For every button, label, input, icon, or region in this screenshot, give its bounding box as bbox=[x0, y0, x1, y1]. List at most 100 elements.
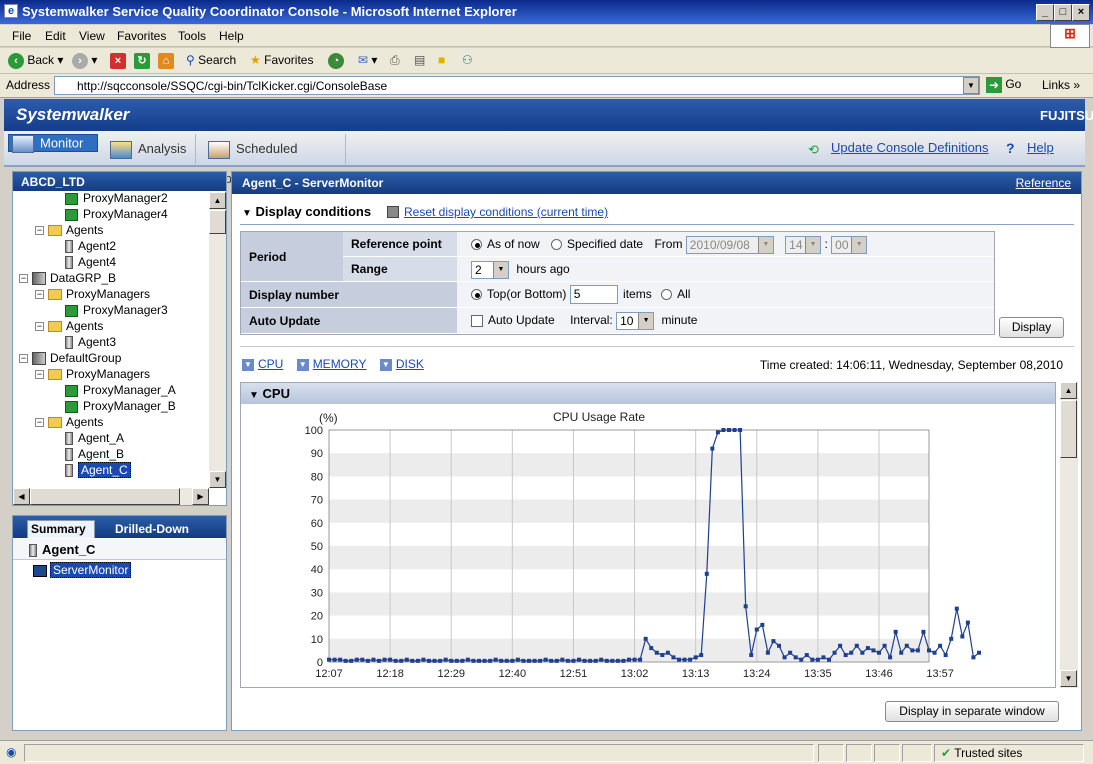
tree-vertical-scrollbar[interactable]: ▲ ▼ bbox=[209, 192, 226, 488]
reference-link[interactable]: Reference bbox=[1016, 176, 1071, 190]
collapse-box-icon[interactable]: − bbox=[35, 370, 44, 380]
specified-date-radio[interactable] bbox=[551, 239, 563, 251]
display-button[interactable]: Display bbox=[999, 317, 1064, 338]
links-button[interactable]: Links » bbox=[1042, 78, 1080, 92]
tree-item[interactable]: ProxyManager3 bbox=[17, 302, 207, 318]
scroll-up-icon[interactable]: ▲ bbox=[1060, 382, 1077, 399]
address-input[interactable]: http://sqcconsole/SSQC/cgi-bin/TclKicker… bbox=[54, 76, 980, 95]
from-date-select[interactable]: 2010/09/08 ▼ bbox=[685, 235, 774, 254]
scroll-right-icon[interactable]: ▶ bbox=[192, 488, 209, 505]
fujitsu-logo: FUJITSU bbox=[1040, 108, 1093, 123]
scroll-down-icon[interactable]: ▼ bbox=[1060, 670, 1077, 687]
search-button[interactable]: ⚲ Search bbox=[186, 52, 236, 70]
tree-item[interactable]: Agent_B bbox=[17, 446, 207, 462]
data-point bbox=[432, 658, 437, 663]
menu-file[interactable]: File bbox=[12, 29, 31, 43]
scroll-left-icon[interactable]: ◀ bbox=[13, 488, 30, 505]
tree-item[interactable]: − DataGRP_B bbox=[17, 270, 207, 286]
menu-help[interactable]: Help bbox=[219, 29, 244, 43]
scroll-thumb[interactable] bbox=[209, 210, 226, 234]
data-point bbox=[615, 658, 620, 663]
minimize-button[interactable]: _ bbox=[1036, 4, 1054, 21]
tree-item[interactable]: − Agents bbox=[17, 414, 207, 430]
tab-monitor[interactable]: Monitor bbox=[8, 134, 98, 153]
tree-item[interactable]: − Agents bbox=[17, 222, 207, 238]
tree-item[interactable]: Agent_C bbox=[17, 462, 207, 478]
tree-horizontal-scrollbar[interactable]: ◀ ▶ bbox=[13, 488, 209, 505]
collapse-box-icon[interactable]: − bbox=[35, 226, 44, 236]
tree-item[interactable]: ProxyManager2 bbox=[17, 190, 207, 206]
tree-item[interactable]: ProxyManager_B bbox=[17, 398, 207, 414]
refresh-button[interactable]: ↻ bbox=[134, 52, 150, 70]
scroll-thumb[interactable] bbox=[1060, 400, 1077, 458]
memory-anchor-link[interactable]: MEMORY bbox=[313, 357, 367, 371]
mail-button[interactable]: ✉ ▾ bbox=[358, 52, 377, 70]
close-button[interactable]: × bbox=[1072, 4, 1090, 21]
display-conditions-toggle[interactable]: ▼ Display conditions bbox=[242, 204, 371, 219]
history-button[interactable]: ◔ bbox=[328, 52, 344, 70]
collapse-box-icon[interactable]: − bbox=[35, 418, 44, 428]
menu-tools[interactable]: Tools bbox=[178, 29, 206, 43]
collapse-box-icon[interactable]: − bbox=[19, 274, 28, 284]
help-link[interactable]: Help bbox=[1027, 140, 1054, 155]
y-tick-label: 30 bbox=[311, 587, 323, 599]
edit-button[interactable]: ▤ bbox=[414, 52, 425, 70]
back-button[interactable]: ‹ Back ▾ bbox=[8, 52, 63, 70]
tab-summary[interactable]: Summary bbox=[27, 520, 95, 538]
interval-select[interactable]: 10 ▼ bbox=[616, 311, 655, 330]
as-of-now-radio[interactable] bbox=[471, 239, 482, 251]
items-input[interactable]: 5 bbox=[569, 285, 618, 305]
menu-edit[interactable]: Edit bbox=[45, 29, 66, 43]
reset-display-conditions-link[interactable]: Reset display conditions (current time) bbox=[404, 205, 608, 219]
tree-item[interactable]: − ProxyManagers bbox=[17, 286, 207, 302]
home-button[interactable]: ⌂ bbox=[158, 52, 174, 70]
tree-item[interactable]: ProxyManager_A bbox=[17, 382, 207, 398]
menu-view[interactable]: View bbox=[79, 29, 105, 43]
data-point bbox=[671, 655, 676, 660]
tree-item[interactable]: − ProxyManagers bbox=[17, 366, 207, 382]
tree-item[interactable]: − Agents bbox=[17, 318, 207, 334]
collapse-box-icon[interactable]: − bbox=[35, 322, 44, 332]
main-vertical-scrollbar[interactable]: ▲ ▼ bbox=[1060, 382, 1078, 688]
range-select[interactable]: 2 ▼ bbox=[471, 260, 509, 279]
chart-icon bbox=[33, 564, 47, 577]
tree-item[interactable]: Agent4 bbox=[17, 254, 207, 270]
tree-item-label: ProxyManager4 bbox=[83, 207, 168, 221]
scroll-down-icon[interactable]: ▼ bbox=[209, 471, 226, 488]
cpu-section-header[interactable]: ▼ CPU bbox=[241, 383, 1055, 404]
forward-button[interactable]: › ▾ bbox=[72, 52, 97, 70]
address-dropdown-icon[interactable]: ▼ bbox=[963, 77, 979, 94]
stop-button[interactable]: × bbox=[110, 52, 126, 70]
data-point bbox=[510, 658, 515, 663]
disk-anchor-link[interactable]: DISK bbox=[396, 357, 424, 371]
tab-analysis[interactable]: Analysis bbox=[102, 134, 196, 164]
all-radio[interactable] bbox=[661, 289, 673, 301]
messenger-button[interactable]: ⚇ bbox=[462, 52, 473, 70]
print-button[interactable]: ⎙ bbox=[390, 52, 400, 70]
server-monitor-item[interactable]: ServerMonitor bbox=[33, 562, 132, 578]
from-minute-select[interactable]: 00 ▼ bbox=[831, 235, 868, 254]
go-button[interactable]: ➜ Go bbox=[986, 77, 1021, 93]
scroll-up-icon[interactable]: ▲ bbox=[209, 192, 226, 209]
tab-drilled-down[interactable]: Drilled-Down bbox=[107, 520, 197, 538]
auto-update-checkbox[interactable] bbox=[471, 314, 483, 327]
tree-item[interactable]: Agent_A bbox=[17, 430, 207, 446]
top-bottom-radio[interactable] bbox=[471, 289, 482, 301]
update-console-definitions-link[interactable]: Update Console Definitions bbox=[831, 140, 989, 155]
favorites-button[interactable]: ★ Favorites bbox=[250, 52, 313, 70]
tree-item[interactable]: Agent2 bbox=[17, 238, 207, 254]
from-hour-select[interactable]: 14 ▼ bbox=[785, 235, 822, 254]
menu-favorites[interactable]: Favorites bbox=[117, 29, 166, 43]
hscroll-thumb[interactable] bbox=[30, 488, 180, 505]
tree-item[interactable]: − DefaultGroup bbox=[17, 350, 207, 366]
tree-item[interactable]: Agent3 bbox=[17, 334, 207, 350]
collapse-box-icon[interactable]: − bbox=[35, 290, 44, 300]
cpu-anchor-link[interactable]: CPU bbox=[258, 357, 283, 371]
maximize-button[interactable]: □ bbox=[1054, 4, 1072, 21]
tree-item[interactable]: ProxyManager4 bbox=[17, 206, 207, 222]
tab-scheduled-report[interactable]: Scheduled Report bbox=[200, 134, 346, 186]
data-point bbox=[521, 658, 526, 663]
discuss-button[interactable]: ■ bbox=[438, 52, 445, 70]
display-separate-window-button[interactable]: Display in separate window bbox=[885, 701, 1059, 722]
collapse-box-icon[interactable]: − bbox=[19, 354, 28, 364]
